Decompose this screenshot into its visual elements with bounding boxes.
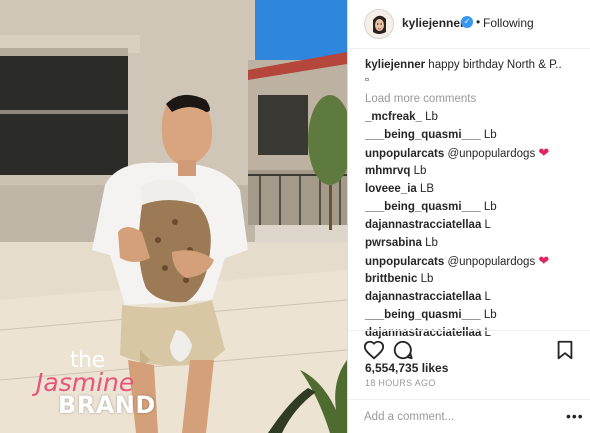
comment-username[interactable]: mhmrvq — [365, 165, 410, 177]
heart-icon[interactable] — [363, 339, 385, 361]
comment-text: L — [484, 291, 491, 303]
comment-text: Lb — [413, 165, 427, 177]
comment-text: Lb — [420, 273, 434, 285]
heart-emoji-icon: ❤ — [538, 145, 550, 160]
caption-emoji: ▫ — [365, 74, 370, 86]
comment-row: ___being_quasmi___ Lb — [365, 126, 585, 144]
comment-text: Lb — [483, 309, 497, 321]
caption-username[interactable]: kyliejenner — [365, 59, 425, 71]
comment-username[interactable]: dajannastracciatellaa — [365, 291, 481, 303]
comment-rows: _mcfreak_ Lb ___being_quasmi___ Lb unpopul… — [365, 108, 585, 342]
caption-text: happy birthday North & P.. — [428, 59, 562, 71]
comment-text: Lb — [425, 237, 438, 249]
post-side-panel: kyliejenner ✓ • Following kyliejenner ha… — [348, 0, 590, 433]
comment-icon[interactable] — [392, 339, 414, 361]
post-timestamp[interactable]: 18 HOURS AGO — [365, 378, 436, 388]
avatar-image — [365, 10, 393, 38]
comment-username[interactable]: ___being_quasmi___ — [365, 201, 481, 213]
watermark-brand: BRAND — [58, 391, 156, 419]
comment-username[interactable]: ___being_quasmi___ — [365, 309, 481, 321]
post-photo[interactable]: the Jasmine BRAND — [0, 0, 347, 433]
header-username[interactable]: kyliejenner — [402, 16, 465, 30]
avatar[interactable] — [364, 9, 394, 39]
comment-text: Lb — [483, 201, 497, 213]
post-actions: 6,554,735 likes 18 HOURS AGO ••• — [348, 330, 590, 431]
comment-text: L — [484, 219, 491, 231]
comment-username[interactable]: _mcfreak_ — [365, 111, 422, 123]
post-header: kyliejenner ✓ • Following — [348, 0, 590, 49]
comment-row: pwrsabina Lb — [365, 234, 585, 252]
watermark-logo: the Jasmine BRAND — [26, 350, 176, 419]
comment-username[interactable]: unpopularcats — [365, 256, 444, 268]
comment-username[interactable]: dajannastracciatellaa — [365, 219, 481, 231]
comment-row: _mcfreak_ Lb — [365, 108, 585, 126]
heart-emoji-icon: ❤ — [538, 253, 550, 268]
more-options-icon[interactable]: ••• — [566, 408, 584, 424]
comment-row: unpopularcats @unpopulardogs ❤ — [365, 252, 585, 270]
verified-badge-icon: ✓ — [461, 16, 473, 28]
comment-row: loveee_ia LB — [365, 180, 585, 198]
comment-row: mhmrvq Lb — [365, 162, 585, 180]
bookmark-icon[interactable] — [554, 339, 576, 361]
comment-text: @unpopulardogs — [447, 148, 536, 160]
comment-text: Lb — [483, 129, 497, 141]
comment-username[interactable]: pwrsabina — [365, 237, 422, 249]
comment-text: LB — [420, 183, 435, 195]
load-more-comments-link[interactable]: Load more comments — [365, 90, 585, 108]
following-button[interactable]: Following — [483, 16, 534, 30]
comment-text: Lb — [425, 111, 438, 123]
comment-row: ___being_quasmi___ Lb — [365, 198, 585, 216]
comment-username[interactable]: unpopularcats — [365, 148, 444, 160]
comment-username[interactable]: brittbenic — [365, 273, 417, 285]
header-separator: • — [476, 15, 481, 29]
comment-row: unpopularcats @unpopulardogs ❤ — [365, 144, 585, 162]
comment-row: ___being_quasmi___ Lb — [365, 306, 585, 324]
comment-row: brittbenic Lb — [365, 270, 585, 288]
likes-count[interactable]: 6,554,735 likes — [365, 361, 448, 375]
post-caption: kyliejenner happy birthday North & P.. ▫ — [365, 58, 585, 88]
comment-text: @unpopulardogs — [447, 256, 536, 268]
comment-username[interactable]: ___being_quasmi___ — [365, 129, 481, 141]
comment-row: dajannastracciatellaa L — [365, 288, 585, 306]
add-comment-input[interactable] — [364, 408, 554, 426]
comment-username[interactable]: loveee_ia — [365, 183, 417, 195]
comment-row: dajannastracciatellaa L — [365, 216, 585, 234]
comments-list: kyliejenner happy birthday North & P.. ▫… — [365, 58, 585, 342]
add-comment-bar: ••• — [348, 399, 590, 433]
